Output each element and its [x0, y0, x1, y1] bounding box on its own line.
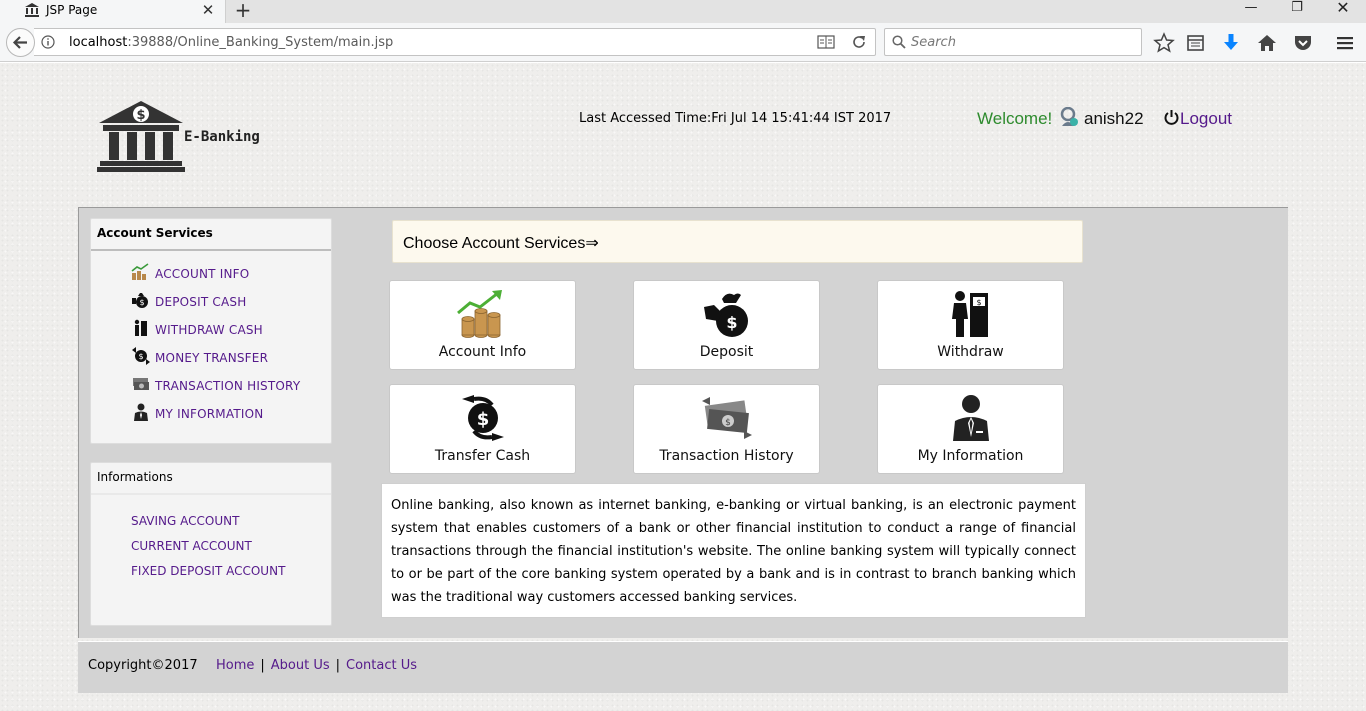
home-icon[interactable]	[1256, 32, 1278, 54]
tab-title: JSP Page	[46, 3, 98, 17]
footer-link-home[interactable]: Home	[216, 658, 254, 673]
sidebar-link-my-information[interactable]: MY INFORMATION	[155, 407, 263, 421]
choose-services-banner: Choose Account Services⇒	[392, 220, 1083, 263]
sidebar-link-money-transfer[interactable]: MONEY TRANSFER	[155, 351, 268, 365]
browser-tab-bar: JSP Page ✕ + — ❐ ✕	[0, 0, 1366, 23]
back-button[interactable]	[6, 28, 35, 57]
hamburger-menu-icon[interactable]	[1334, 32, 1356, 54]
svg-text:$: $	[976, 298, 981, 307]
minimize-icon[interactable]: —	[1228, 0, 1274, 22]
restore-icon[interactable]: ❐	[1274, 0, 1320, 22]
coins-growth-icon	[456, 290, 502, 338]
footer-link-about-us[interactable]: About Us	[271, 658, 330, 673]
username: anish22	[1084, 109, 1144, 128]
transfer-icon: $	[132, 347, 150, 365]
search-bar[interactable]	[884, 28, 1142, 56]
withdraw-label: Withdraw	[937, 344, 1004, 360]
page-body: $ E-Banking Last Accessed Time:Fri Jul 1…	[0, 63, 1366, 711]
reload-icon[interactable]	[851, 34, 867, 50]
my-information-label: My Information	[917, 448, 1024, 464]
banknotes-icon	[133, 378, 149, 390]
svg-text:$: $	[726, 313, 737, 332]
download-icon[interactable]	[1220, 32, 1242, 54]
close-tab-icon[interactable]: ✕	[200, 1, 216, 19]
transaction-history-card[interactable]: $ Transaction History	[633, 384, 820, 474]
svg-text:$: $	[476, 409, 489, 430]
coins-growth-icon	[131, 263, 149, 280]
svg-text:$: $	[136, 108, 145, 123]
bank-favicon-icon	[25, 3, 39, 17]
informations-panel: Informations SAVING ACCOUNT CURRENT ACCO…	[90, 462, 332, 626]
account-services-title: Account Services	[91, 219, 331, 251]
reader-view-icon[interactable]	[817, 35, 835, 49]
atm-person-icon	[134, 319, 147, 336]
sidebar-link-deposit-cash[interactable]: DEPOSIT CASH	[155, 295, 246, 309]
back-arrow-icon	[12, 36, 27, 49]
brand-name: E-Banking	[184, 129, 260, 145]
browser-tab[interactable]: JSP Page ✕	[0, 0, 226, 23]
user-avatar-icon	[1060, 107, 1078, 126]
account-services-panel: Account Services ACCOUNT INFO $ DEPOSIT …	[90, 218, 332, 444]
sidebar-link-account-info[interactable]: ACCOUNT INFO	[155, 267, 249, 281]
logout-link[interactable]: Logout	[1180, 109, 1232, 129]
close-window-icon[interactable]: ✕	[1320, 0, 1366, 22]
svg-text:$: $	[138, 352, 143, 361]
online-banking-description: Online banking, also known as internet b…	[381, 483, 1086, 618]
saving-account-link[interactable]: SAVING ACCOUNT	[131, 514, 239, 528]
businessman-icon	[952, 395, 989, 441]
banknotes-icon: $	[701, 397, 752, 439]
bookmarks-menu-icon[interactable]	[1185, 32, 1207, 54]
businessman-icon	[134, 403, 148, 421]
footer-separator: |	[260, 658, 265, 673]
footer-separator: |	[335, 658, 341, 673]
pocket-icon[interactable]	[1292, 32, 1314, 54]
welcome-text: Welcome!	[977, 109, 1053, 128]
url-bar[interactable]: localhost:39888/Online_Banking_System/ma…	[34, 28, 876, 56]
last-accessed-time: Last Accessed Time:Fri Jul 14 15:41:44 I…	[579, 111, 892, 126]
fixed-deposit-account-link[interactable]: FIXED DEPOSIT ACCOUNT	[131, 564, 285, 578]
browser-nav-bar: localhost:39888/Online_Banking_System/ma…	[0, 23, 1366, 62]
withdraw-card[interactable]: $ Withdraw	[877, 280, 1064, 370]
bookmark-star-icon[interactable]	[1153, 32, 1175, 54]
money-bag-icon: $	[703, 293, 748, 337]
transaction-history-label: Transaction History	[659, 448, 794, 464]
account-info-label: Account Info	[438, 344, 527, 360]
informations-title: Informations	[91, 463, 331, 495]
bank-logo-icon: $	[97, 101, 185, 172]
sidebar-link-transaction-history[interactable]: TRANSACTION HISTORY	[155, 379, 300, 393]
atm-person-icon: $	[951, 291, 988, 337]
deposit-card[interactable]: $ Deposit	[633, 280, 820, 370]
footer-links: Home | About Us | Contact Us	[216, 658, 417, 673]
current-account-link[interactable]: CURRENT ACCOUNT	[131, 539, 252, 553]
sidebar-link-withdraw-cash[interactable]: WITHDRAW CASH	[155, 323, 263, 337]
money-bag-icon: $	[132, 293, 148, 308]
transfer-icon: $	[461, 395, 504, 441]
info-icon[interactable]	[41, 35, 55, 49]
main-content-panel: Account Services ACCOUNT INFO $ DEPOSIT …	[78, 207, 1288, 638]
account-info-card[interactable]: Account Info	[389, 280, 576, 370]
svg-text:$: $	[139, 298, 144, 307]
new-tab-icon[interactable]: +	[232, 0, 254, 22]
footer: Copyright©2017 Home | About Us | Contact Us	[78, 641, 1288, 693]
deposit-label: Deposit	[699, 344, 754, 360]
url-text[interactable]: localhost:39888/Online_Banking_System/ma…	[69, 35, 393, 50]
copyright-text: Copyright©2017	[88, 658, 198, 673]
search-icon	[892, 35, 906, 49]
footer-link-contact-us[interactable]: Contact Us	[346, 658, 417, 673]
power-icon[interactable]	[1163, 109, 1180, 126]
transfer-cash-label: Transfer Cash	[434, 448, 531, 464]
svg-text:$: $	[725, 418, 731, 428]
my-information-card[interactable]: My Information	[877, 384, 1064, 474]
transfer-cash-card[interactable]: $ Transfer Cash	[389, 384, 576, 474]
search-input[interactable]	[911, 33, 1131, 51]
